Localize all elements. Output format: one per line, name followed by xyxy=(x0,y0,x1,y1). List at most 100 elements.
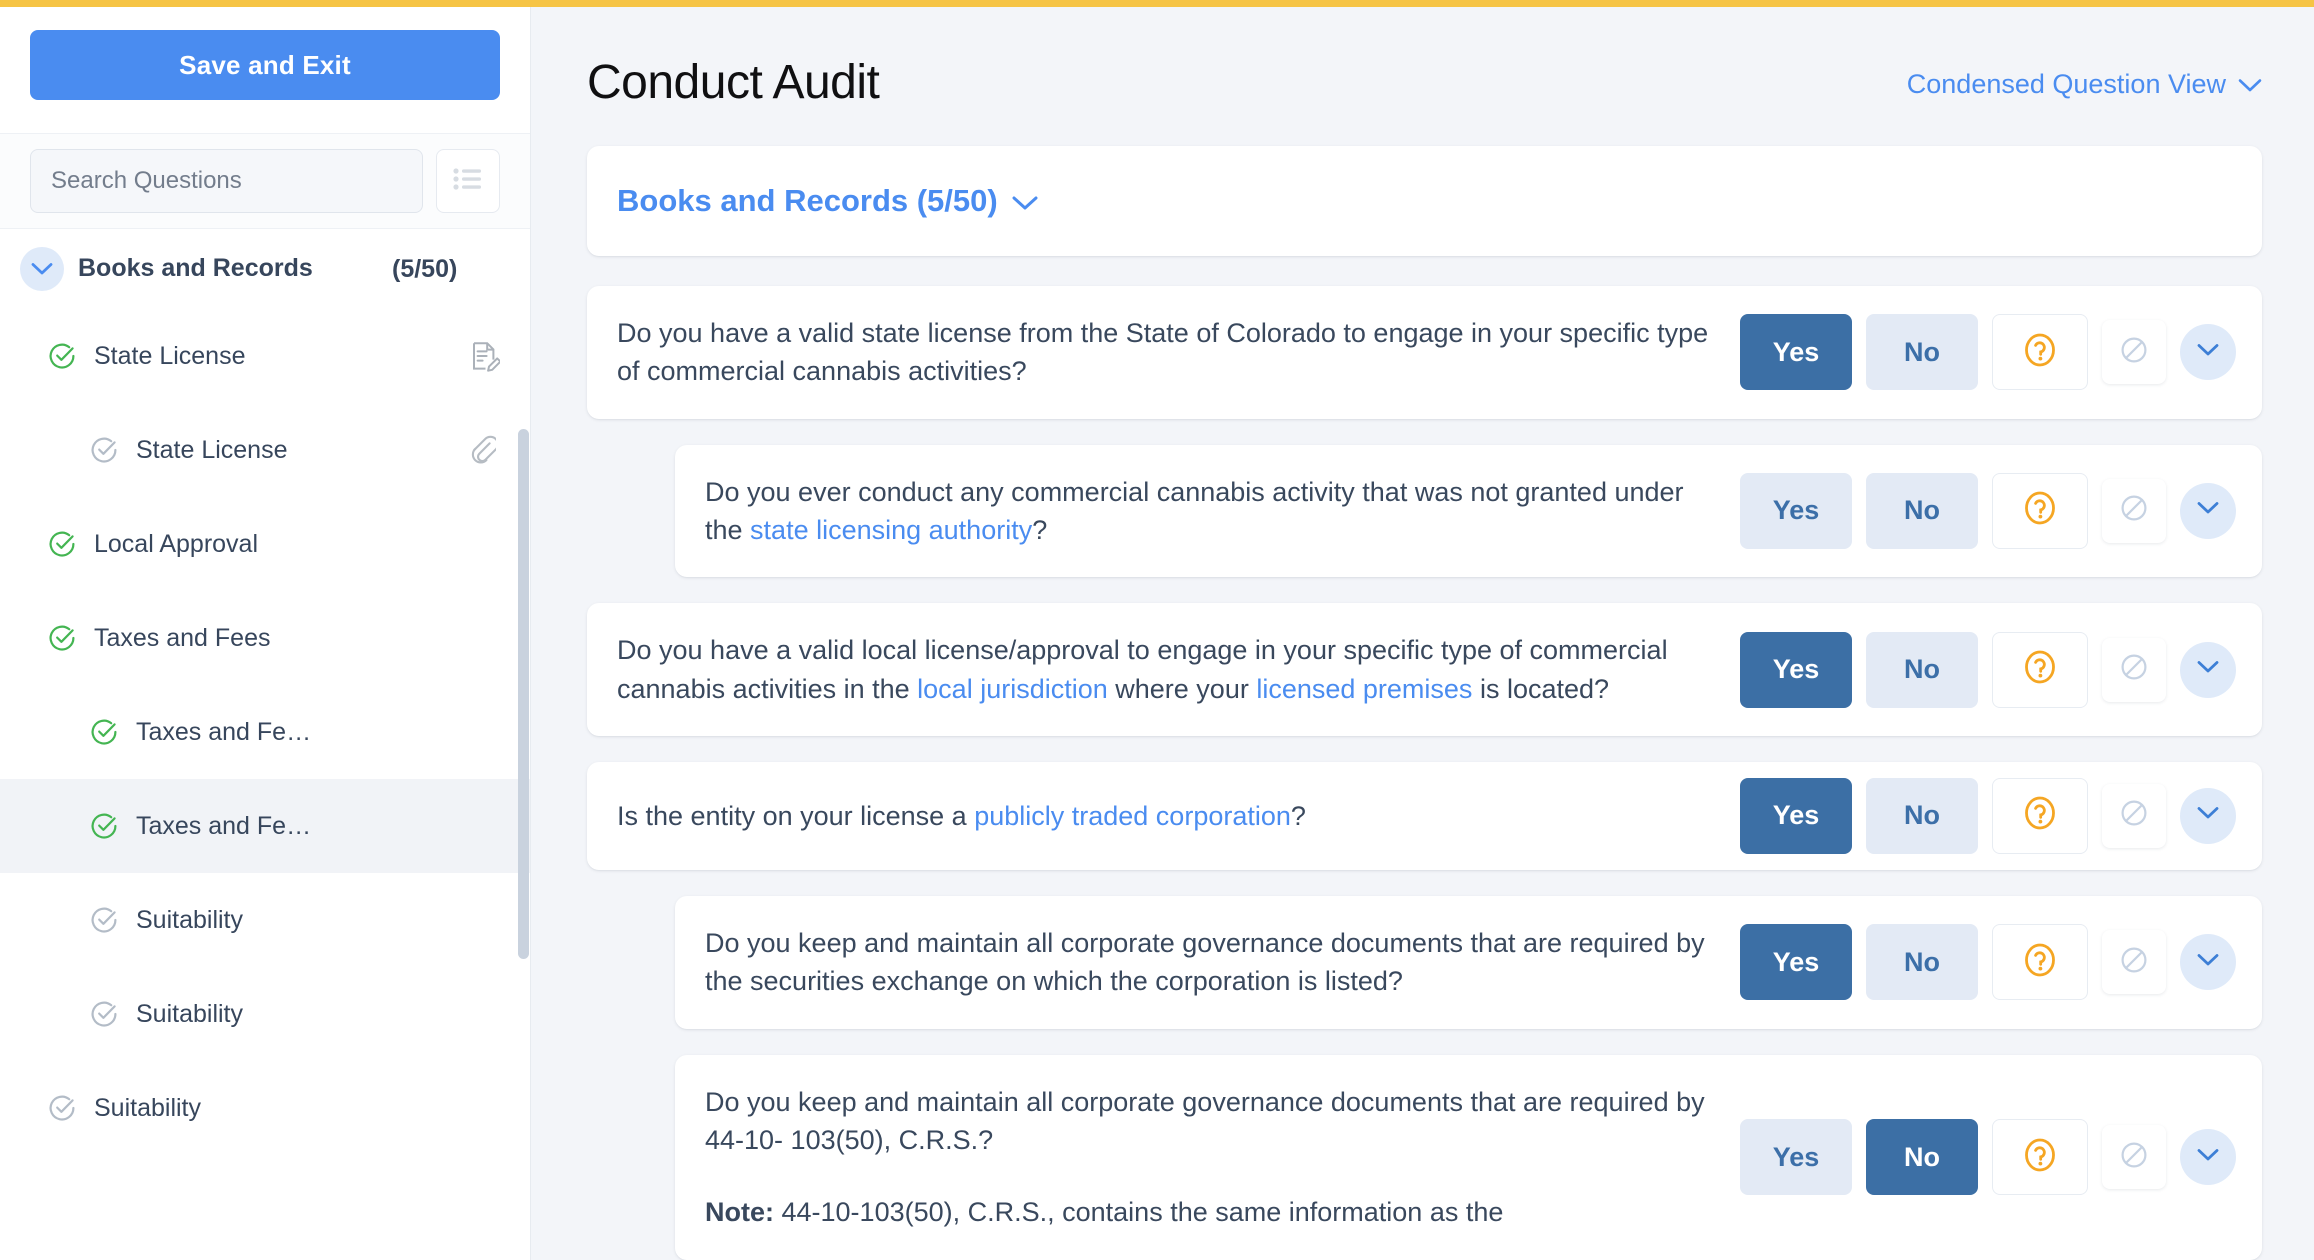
sidebar-search-bar xyxy=(0,133,530,229)
sidebar-item-label: Taxes and Fees xyxy=(94,623,271,652)
check-complete-icon xyxy=(90,812,118,840)
answer-yes-button[interactable]: Yes xyxy=(1740,777,1852,854)
check-incomplete-icon xyxy=(90,436,118,464)
chevron-down-icon xyxy=(2197,343,2219,362)
question-help-button[interactable] xyxy=(1992,631,2088,708)
list-view-toggle-button[interactable] xyxy=(436,149,500,213)
chevron-down-icon xyxy=(2238,69,2262,100)
question-text-segment: Do you keep and maintain all corporate g… xyxy=(705,927,1705,997)
answer-button-group: Yes No xyxy=(1740,314,2262,391)
not-applicable-button[interactable] xyxy=(2102,783,2166,848)
answer-yes-button[interactable]: Yes xyxy=(1740,924,1852,1001)
sidebar-scrollbar[interactable] xyxy=(518,429,529,959)
list-icon xyxy=(453,167,483,196)
sidebar-item-taxes-and-fe[interactable]: Taxes and Fe… xyxy=(0,685,530,779)
sidebar-item-suitability[interactable]: Suitability xyxy=(0,1061,530,1155)
question-list: Do you have a valid state license from t… xyxy=(587,286,2262,1260)
question-text: Do you have a valid state license from t… xyxy=(587,286,1740,419)
sidebar-item-label: Suitability xyxy=(136,905,243,934)
section-title-label: Books and Records (5/50) xyxy=(617,183,998,218)
expand-question-button[interactable] xyxy=(2180,787,2236,844)
sidebar-group-books-and-records[interactable]: Books and Records (5/50) xyxy=(0,229,530,309)
not-applicable-button[interactable] xyxy=(2102,1125,2166,1190)
answer-yes-button[interactable]: Yes xyxy=(1740,1119,1852,1196)
sidebar-item-suitability[interactable]: Suitability xyxy=(0,967,530,1061)
answer-no-button[interactable]: No xyxy=(1866,631,1978,708)
question-text: Is the entity on your license a publicly… xyxy=(587,769,1740,863)
answer-yes-button[interactable]: Yes xyxy=(1740,314,1852,391)
answer-no-button[interactable]: No xyxy=(1866,777,1978,854)
question-text: Do you keep and maintain all corporate g… xyxy=(675,1055,1740,1260)
circle-slash-icon xyxy=(2119,945,2149,980)
sidebar-item-list: State License State License Local Approval… xyxy=(0,309,530,1155)
check-complete-icon xyxy=(48,530,76,558)
circle-slash-icon xyxy=(2119,1140,2149,1175)
sidebar-item-label: Suitability xyxy=(136,999,243,1028)
not-applicable-button[interactable] xyxy=(2102,478,2166,543)
question-help-button[interactable] xyxy=(1992,1119,2088,1196)
sidebar-item-taxes-and-fees[interactable]: Taxes and Fees xyxy=(0,591,530,685)
answer-no-button[interactable]: No xyxy=(1866,472,1978,549)
search-input[interactable] xyxy=(30,149,423,213)
sidebar-item-taxes-and-fe[interactable]: Taxes and Fe… xyxy=(0,779,530,873)
question-text-segment: ? xyxy=(1290,800,1306,831)
question-inline-link[interactable]: licensed premises xyxy=(1256,674,1472,704)
sidebar-item-label: Suitability xyxy=(94,1093,201,1122)
expand-question-button[interactable] xyxy=(2180,1129,2236,1186)
expand-question-button[interactable] xyxy=(2180,482,2236,539)
question-card: Do you keep and maintain all corporate g… xyxy=(675,895,2262,1029)
expand-question-button[interactable] xyxy=(2180,641,2236,698)
view-toggle-label: Condensed Question View xyxy=(1906,69,2226,99)
section-header-card[interactable]: Books and Records (5/50) xyxy=(587,146,2262,256)
paperclip-icon[interactable] xyxy=(470,434,500,466)
question-help-button[interactable] xyxy=(1992,924,2088,1001)
not-applicable-button[interactable] xyxy=(2102,320,2166,385)
save-and-exit-button[interactable]: Save and Exit xyxy=(30,30,500,100)
question-text-segment: Is the entity on your license a xyxy=(617,800,975,831)
sidebar-item-local-approval[interactable]: Local Approval xyxy=(0,497,530,591)
sidebar-item-state-license[interactable]: State License xyxy=(0,403,530,497)
sidebar: Save and Exit Books and Records xyxy=(0,0,531,1260)
sidebar-item-state-license[interactable]: State License xyxy=(0,309,530,403)
question-card: Do you ever conduct any commercial canna… xyxy=(675,444,2262,578)
expand-question-button[interactable] xyxy=(2180,934,2236,991)
question-text: Do you keep and maintain all corporate g… xyxy=(675,896,1740,1029)
chevron-down-icon xyxy=(1012,183,1038,219)
sidebar-item-suitability[interactable]: Suitability xyxy=(0,873,530,967)
sidebar-top: Save and Exit xyxy=(0,7,530,131)
question-card: Do you have a valid local license/approv… xyxy=(587,603,2262,736)
question-help-button[interactable] xyxy=(1992,472,2088,549)
question-inline-link[interactable]: publicly traded corporation xyxy=(974,801,1291,831)
question-inline-link[interactable]: local jurisdiction xyxy=(917,674,1108,704)
sidebar-group-title: Books and Records xyxy=(78,254,313,283)
answer-yes-button[interactable]: Yes xyxy=(1740,631,1852,708)
audit-app: Save and Exit Books and Records xyxy=(0,0,2314,1260)
answer-no-button[interactable]: No xyxy=(1866,924,1978,1001)
sidebar-nav-scroll-area[interactable]: Books and Records (5/50) State License St… xyxy=(0,229,530,1260)
answer-button-group: Yes No xyxy=(1740,777,2262,854)
expand-question-button[interactable] xyxy=(2180,324,2236,381)
question-help-button[interactable] xyxy=(1992,777,2088,854)
condensed-question-view-dropdown[interactable]: Condensed Question View xyxy=(1907,69,2262,100)
answer-no-button[interactable]: No xyxy=(1866,314,1978,391)
check-incomplete-icon xyxy=(90,1000,118,1028)
page-title: Conduct Audit xyxy=(587,56,880,109)
check-incomplete-icon xyxy=(48,1094,76,1122)
sidebar-item-label: Local Approval xyxy=(94,529,259,558)
not-applicable-button[interactable] xyxy=(2102,637,2166,702)
answer-no-button[interactable]: No xyxy=(1866,1119,1978,1196)
not-applicable-button[interactable] xyxy=(2102,930,2166,995)
section-title-toggle[interactable]: Books and Records (5/50) xyxy=(617,183,1038,219)
question-help-button[interactable] xyxy=(1992,314,2088,391)
chevron-down-icon xyxy=(2197,660,2219,679)
note-edit-icon[interactable] xyxy=(470,340,502,372)
question-text-segment: where your xyxy=(1107,673,1257,704)
question-circle-icon xyxy=(2019,939,2061,986)
question-circle-icon xyxy=(2019,792,2061,839)
sidebar-item-label: State License xyxy=(136,435,288,464)
question-card: Is the entity on your license a publicly… xyxy=(587,761,2262,870)
question-inline-link[interactable]: state licensing authority xyxy=(750,515,1032,545)
answer-button-group: Yes No xyxy=(1740,631,2262,708)
answer-yes-button[interactable]: Yes xyxy=(1740,472,1852,549)
circle-slash-icon xyxy=(2119,493,2149,528)
